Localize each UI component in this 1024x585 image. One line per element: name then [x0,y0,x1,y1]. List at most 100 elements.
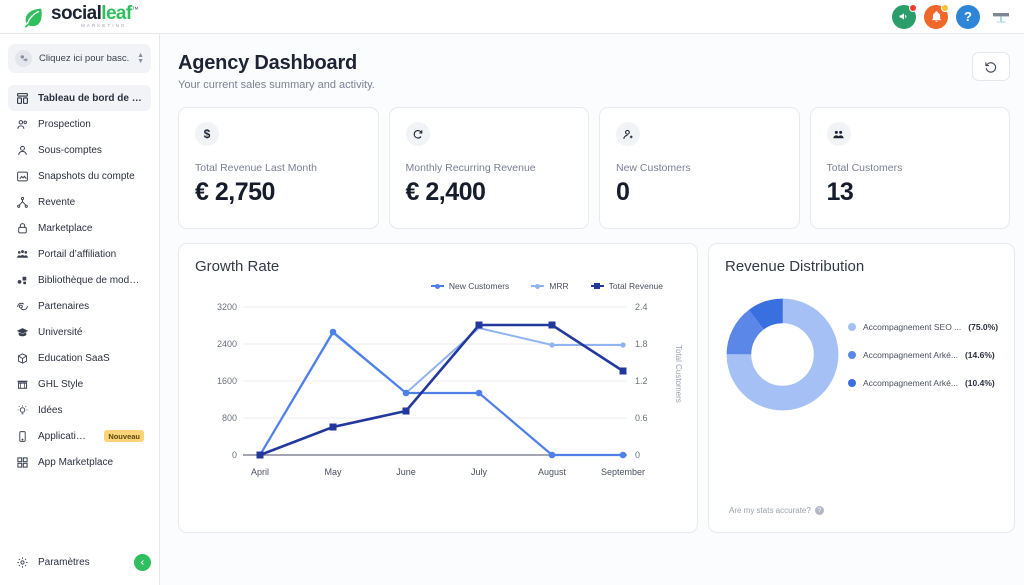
svg-text:April: April [251,467,269,477]
sidebar-item-label: App Marketplace [38,456,114,468]
account-switcher[interactable]: Cliquez ici pour basc... ▲ ▼ [8,44,151,73]
template-library-icon [15,273,29,287]
growth-rate-svg: 3200 2400 1600 800 0 2.4 1.8 1.2 0.6 0 A… [217,302,648,477]
svg-text:August: August [538,467,567,477]
legend-label: New Customers [448,281,510,291]
legend-item-arke-2[interactable]: Accompagnement Arké... (10.4%) [848,378,998,388]
sidebar-item-marketplace[interactable]: Marketplace [8,215,151,241]
svg-text:0: 0 [232,450,237,460]
sidebar-item-partenaires[interactable]: Partenaires [8,293,151,319]
bell-glyph [931,11,941,22]
brand-name-part1: social [51,3,102,25]
sidebar-item-app-marketplace[interactable]: App Marketplace [8,449,151,475]
sidebar-item-universite[interactable]: Université [8,319,151,345]
refresh-button[interactable] [972,52,1010,81]
user-avatar[interactable] [988,6,1014,28]
sidebar-item-ghl-style[interactable]: GHL Style [8,371,151,397]
storefront-style-icon [15,377,29,391]
svg-text:3200: 3200 [217,302,237,312]
legend-dot-icon [848,378,856,387]
stats-note-label: Are my stats accurate? [729,506,811,515]
partners-handshake-icon [15,299,29,313]
kpi-card-total-revenue-last-month: $ Total Revenue Last Month € 2,750 [178,107,379,229]
mobile-app-icon [15,429,29,443]
legend-item-arke-1[interactable]: Accompagnement Arké... (14.6%) [848,350,998,360]
refresh-counterclockwise-icon [985,61,997,73]
svg-text:2400: 2400 [217,339,237,349]
gear-icon [15,555,29,569]
series-line-mrr [259,326,623,456]
legend-label: Accompagnement Arké... [863,377,958,388]
brand-logo[interactable]: socialleaf™ MARKETING [0,4,160,29]
affiliate-group-icon [15,247,29,261]
top-bar: socialleaf™ MARKETING ? [0,0,1024,34]
user-plus-glyph [622,129,633,139]
sidebar-item-prospection[interactable]: Prospection [8,111,151,137]
page-title: Agency Dashboard [178,52,358,74]
donut-area: Accompagnement SEO ... (75.0%) Accompagn… [725,297,998,412]
sidebar-item-bibliotheque-modeles[interactable]: Bibliothèque de modèles [8,267,151,293]
svg-text:800: 800 [222,413,237,423]
sidebar-item-revente[interactable]: Revente [8,189,151,215]
legend-label: MRR [549,281,569,291]
x-axis-ticks: April May June July August September [251,467,645,477]
sidebar-item-label: Sous-comptes [38,144,102,156]
help-question-icon[interactable]: ? [956,4,980,29]
dollar-glyph: $ [203,127,211,141]
page-header-text: Agency Dashboard Your current sales summ… [178,52,375,91]
legend-item-new-customers[interactable]: New Customers [430,281,510,291]
sidebar-item-label: Portail d’affiliation [38,248,117,260]
svg-text:1.8: 1.8 [635,339,648,349]
sidebar-item-label: Prospection [38,118,91,130]
sidebar-item-education-saas[interactable]: Éducation SaaS [8,345,151,371]
legend-marker-circle-icon [531,283,545,290]
sidebar-item-label: Idées [38,404,63,416]
leaf-icon [24,8,42,28]
legend-item-mrr[interactable]: MRR [531,281,569,291]
svg-text:0.6: 0.6 [635,413,648,423]
growth-chart-legend: New Customers MRR Total Revenue [195,281,681,291]
sidebar-item-application[interactable]: Application ... Nouveau [8,423,151,449]
sidebar-item-sous-comptes[interactable]: Sous-comptes [8,137,151,163]
notification-bell-icon[interactable] [924,3,949,29]
kpi-card-monthly-recurring-revenue: Monthly Recurring Revenue € 2,400 [388,107,589,229]
announcement-megaphone-icon[interactable] [892,3,917,29]
sidebar-item-label: GHL Style [38,378,84,390]
stats-accuracy-note[interactable]: Are my stats accurate? ? [729,506,824,515]
reseller-network-icon [15,195,29,209]
sidebar-item-snapshots[interactable]: Snapshots du compte [8,163,151,189]
sidebar-item-label: Application ... [38,430,91,442]
sidebar-item-label: Université [38,326,83,338]
svg-text:0: 0 [635,450,640,460]
kpi-value: € 2,750 [195,178,275,206]
series-markers-total-revenue [256,321,627,459]
sidebar-item-portail-affiliation[interactable]: Portail d’affiliation [8,241,151,267]
revenue-distribution-card: Revenue Distribution Accompagnement SEO [708,243,1016,533]
switch-account-icon [15,50,32,67]
body-split: Cliquez ici pour basc... ▲ ▼ Tableau de b… [0,34,1024,585]
saas-education-icon [15,351,29,365]
chart-title-growth-rate: Growth Rate [195,258,280,275]
switch-glyph [20,54,28,62]
page-subtitle: Your current sales summary and activity. [178,79,375,91]
legend-percent: (10.4%) [964,377,995,388]
sidebar-item-agency-dashboard[interactable]: Tableau de bord de l’Age... [8,85,151,111]
y-axis-right-label: Total Customers [674,345,683,403]
sidebar-collapse-button[interactable] [134,553,151,571]
brand-tagline: MARKETING [81,23,127,29]
sidebar-item-idees[interactable]: Idées [8,397,151,423]
sidebar-item-parametres[interactable]: Paramètres [8,549,97,575]
kpi-value: 0 [616,178,630,206]
grid-apps-icon [15,455,29,469]
kpi-label: Total Revenue Last Month [195,162,317,174]
svg-text:1.2: 1.2 [635,376,648,386]
topbar-icon-group: ? [892,3,1014,29]
legend-item-total-revenue[interactable]: Total Revenue [590,281,663,291]
kpi-card-total-customers: Total Customers 13 [809,107,1010,229]
megaphone-glyph [899,13,906,20]
svg-text:June: June [396,467,416,477]
sidebar-item-label: Marketplace [38,222,93,234]
legend-item-seo[interactable]: Accompagnement SEO ... (75.0%) [848,322,998,332]
status-badge: Nouveau [104,430,144,442]
help-circle-icon[interactable]: ? [814,506,824,515]
